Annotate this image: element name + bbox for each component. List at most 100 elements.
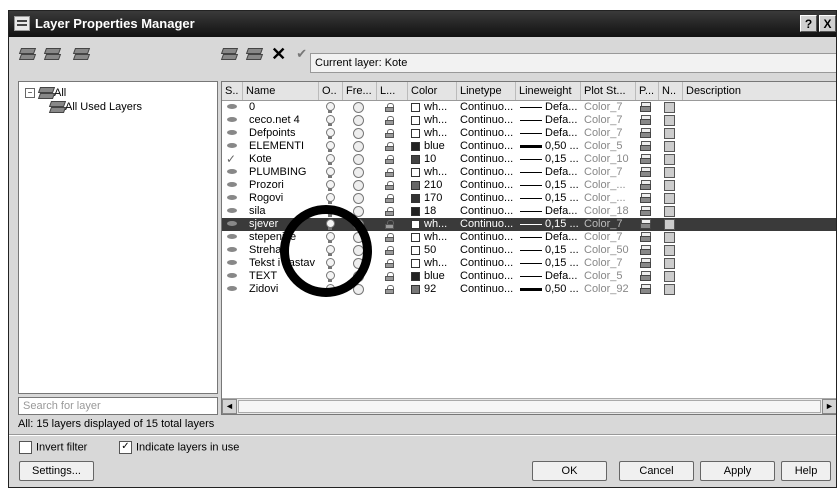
lineweight[interactable]: Defa...: [545, 101, 580, 114]
cancel-button[interactable]: Cancel: [619, 461, 694, 481]
plot-printer-icon[interactable]: [640, 245, 652, 256]
on-bulb-icon[interactable]: [326, 167, 335, 178]
color-swatch[interactable]: [411, 142, 420, 151]
color-swatch[interactable]: [411, 129, 420, 138]
new-vp-freeze-icon[interactable]: [664, 219, 675, 230]
color-name[interactable]: 92: [424, 283, 456, 296]
new-layer-icon[interactable]: [221, 47, 237, 61]
layer-row[interactable]: sila 18 Continuo... Defa... Color_18: [222, 205, 836, 218]
new-vp-freeze-icon[interactable]: [664, 115, 675, 126]
search-layer-input[interactable]: Search for layer: [18, 397, 218, 415]
layer-name[interactable]: Zidovi: [249, 283, 317, 296]
freeze-sun-icon[interactable]: [353, 245, 364, 256]
layer-row[interactable]: Rogovi 170 Continuo... 0,15 ... Color_...: [222, 192, 836, 205]
new-vp-freeze-icon[interactable]: [664, 180, 675, 191]
new-group-filter-icon[interactable]: [44, 47, 60, 61]
color-swatch[interactable]: [411, 285, 420, 294]
on-bulb-icon[interactable]: [326, 154, 335, 165]
linetype[interactable]: Continuo...: [460, 244, 516, 257]
on-bulb-icon[interactable]: [326, 258, 335, 269]
layer-name[interactable]: Defpoints: [249, 127, 317, 140]
plot-printer-icon[interactable]: [640, 219, 652, 230]
linetype[interactable]: Continuo...: [460, 140, 516, 153]
new-layer-vp-frozen-icon[interactable]: [246, 47, 262, 61]
freeze-sun-icon[interactable]: [353, 167, 364, 178]
layer-row[interactable]: Prozori 210 Continuo... 0,15 ... Color_...: [222, 179, 836, 192]
scroll-thumb[interactable]: [238, 400, 821, 413]
lock-icon[interactable]: [385, 220, 395, 229]
lock-icon[interactable]: [385, 207, 395, 216]
lock-icon[interactable]: [385, 155, 395, 164]
lineweight[interactable]: 0,15 ...: [545, 153, 580, 166]
new-vp-freeze-icon[interactable]: [664, 258, 675, 269]
indicate-layers-checkbox[interactable]: ✓: [119, 441, 132, 454]
on-bulb-icon[interactable]: [326, 180, 335, 191]
column-header[interactable]: Linetype: [457, 82, 516, 100]
color-swatch[interactable]: [411, 181, 420, 190]
lineweight[interactable]: Defa...: [545, 127, 580, 140]
lock-icon[interactable]: [385, 103, 395, 112]
layer-name[interactable]: ELEMENTI: [249, 140, 317, 153]
tree-item-all[interactable]: − All: [25, 86, 66, 100]
color-name[interactable]: 18: [424, 205, 456, 218]
linetype[interactable]: Continuo...: [460, 205, 516, 218]
layer-name[interactable]: ceco.net 4: [249, 114, 317, 127]
layer-name[interactable]: Rogovi: [249, 192, 317, 205]
lock-icon[interactable]: [385, 116, 395, 125]
new-property-filter-icon[interactable]: [19, 47, 35, 61]
layer-row[interactable]: 0 wh... Continuo... Defa... Color_7: [222, 101, 836, 114]
color-name[interactable]: wh...: [424, 101, 456, 114]
color-swatch[interactable]: [411, 207, 420, 216]
lock-icon[interactable]: [385, 233, 395, 242]
color-name[interactable]: wh...: [424, 257, 456, 270]
color-name[interactable]: 170: [424, 192, 456, 205]
color-name[interactable]: wh...: [424, 114, 456, 127]
layer-states-manager-icon[interactable]: [73, 47, 89, 61]
column-header[interactable]: Lineweight: [516, 82, 581, 100]
column-header[interactable]: Description: [683, 82, 836, 100]
layer-row[interactable]: PLUMBING wh... Continuo... Defa... Color_7: [222, 166, 836, 179]
color-name[interactable]: blue: [424, 140, 456, 153]
linetype[interactable]: Continuo...: [460, 283, 516, 296]
freeze-sun-icon[interactable]: [353, 154, 364, 165]
lock-icon[interactable]: [385, 246, 395, 255]
new-vp-freeze-icon[interactable]: [664, 102, 675, 113]
layer-row[interactable]: Streha 50 Continuo... 0,15 ... Color_50: [222, 244, 836, 257]
lock-icon[interactable]: [385, 168, 395, 177]
column-header[interactable]: Plot St...: [581, 82, 636, 100]
linetype[interactable]: Continuo...: [460, 192, 516, 205]
linetype[interactable]: Continuo...: [460, 257, 516, 270]
new-vp-freeze-icon[interactable]: [664, 141, 675, 152]
on-bulb-icon[interactable]: [326, 141, 335, 152]
freeze-sun-icon[interactable]: [353, 193, 364, 204]
color-name[interactable]: wh...: [424, 231, 456, 244]
freeze-sun-icon[interactable]: [353, 232, 364, 243]
layer-name[interactable]: TEXT: [249, 270, 317, 283]
layer-row[interactable]: TEXT blue Continuo... Defa... Color_5: [222, 270, 836, 283]
lineweight[interactable]: Defa...: [545, 205, 580, 218]
layer-row[interactable]: Kote 10 Continuo... 0,15 ... Color_10: [222, 153, 836, 166]
color-name[interactable]: blue: [424, 270, 456, 283]
lineweight[interactable]: 0,50 ...: [545, 283, 580, 296]
column-header[interactable]: Name: [243, 82, 319, 100]
new-vp-freeze-icon[interactable]: [664, 271, 675, 282]
plot-printer-icon[interactable]: [640, 193, 652, 204]
lineweight[interactable]: 0,15 ...: [545, 257, 580, 270]
color-swatch[interactable]: [411, 155, 420, 164]
plot-printer-icon[interactable]: [640, 258, 652, 269]
linetype[interactable]: Continuo...: [460, 231, 516, 244]
on-bulb-icon[interactable]: [326, 271, 335, 282]
freeze-sun-icon[interactable]: [353, 141, 364, 152]
freeze-sun-icon[interactable]: [353, 102, 364, 113]
horizontal-scrollbar[interactable]: ◄ ►: [222, 398, 836, 414]
settings-button[interactable]: Settings...: [19, 461, 94, 481]
color-name[interactable]: wh...: [424, 166, 456, 179]
collapse-icon[interactable]: −: [25, 88, 35, 98]
freeze-sun-icon[interactable]: [353, 206, 364, 217]
linetype[interactable]: Continuo...: [460, 127, 516, 140]
new-vp-freeze-icon[interactable]: [664, 284, 675, 295]
invert-filter-option[interactable]: Invert filter: [19, 441, 87, 454]
indicate-layers-option[interactable]: ✓ Indicate layers in use: [119, 441, 239, 454]
lock-icon[interactable]: [385, 142, 395, 151]
freeze-sun-icon[interactable]: [353, 128, 364, 139]
